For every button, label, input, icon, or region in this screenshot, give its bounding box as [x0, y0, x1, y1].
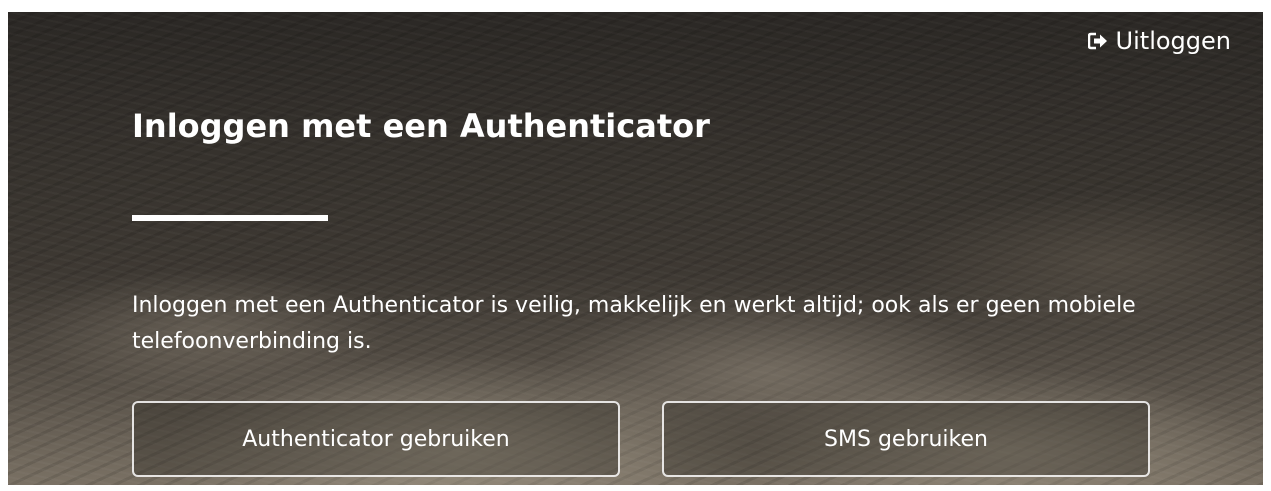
- logout-label: Uitloggen: [1115, 27, 1231, 55]
- title-underline: [132, 215, 328, 221]
- page-title: Inloggen met een Authenticator: [132, 107, 710, 145]
- sign-out-icon: [1087, 32, 1108, 50]
- use-authenticator-button[interactable]: Authenticator gebruiken: [132, 401, 620, 477]
- use-sms-button[interactable]: SMS gebruiken: [662, 401, 1150, 477]
- login-panel: Uitloggen Inloggen met een Authenticator…: [8, 12, 1263, 485]
- description-text: Inloggen met een Authenticator is veilig…: [132, 293, 1136, 354]
- logout-link[interactable]: Uitloggen: [1087, 26, 1231, 56]
